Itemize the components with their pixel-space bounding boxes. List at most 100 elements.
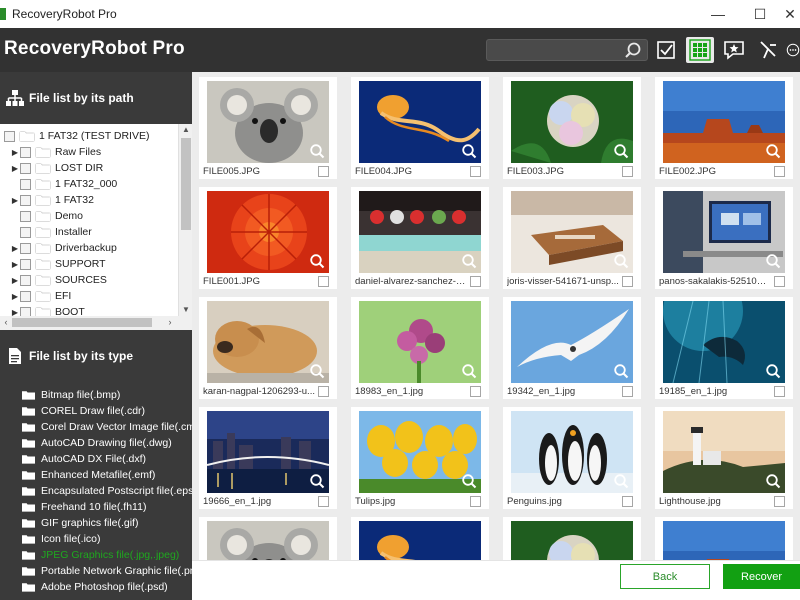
tree-item[interactable]: Installer [10, 224, 92, 240]
thumbnail-image[interactable] [359, 191, 481, 273]
tree-checkbox[interactable] [4, 130, 15, 142]
thumbnail-image[interactable] [511, 411, 633, 493]
zoom-icon[interactable] [461, 143, 477, 159]
thumbnail-card[interactable] [199, 517, 337, 560]
zoom-icon[interactable] [765, 473, 781, 489]
expand-arrow-icon[interactable]: ▶ [10, 164, 20, 173]
zoom-icon[interactable] [613, 143, 629, 159]
zoom-icon[interactable] [765, 363, 781, 379]
file-checkbox[interactable] [774, 496, 785, 507]
scroll-right-arrow[interactable]: › [164, 316, 176, 329]
zoom-icon[interactable] [613, 473, 629, 489]
zoom-icon[interactable] [309, 143, 325, 159]
file-checkbox[interactable] [774, 166, 785, 177]
file-checkbox[interactable] [622, 386, 633, 397]
tree-checkbox[interactable] [20, 226, 31, 238]
thumbnail-card[interactable]: FILE002.JPG [655, 77, 793, 179]
file-checkbox[interactable] [470, 386, 481, 397]
thumbnail-card[interactable]: 19342_en_1.jpg [503, 297, 641, 399]
thumbnail-image[interactable] [663, 411, 785, 493]
file-type-item[interactable]: Freehand 10 file(.fh11) [22, 499, 146, 515]
file-checkbox[interactable] [318, 276, 329, 287]
zoom-icon[interactable] [765, 253, 781, 269]
file-type-item[interactable]: Encapsulated Postscript file(.eps) [22, 483, 192, 499]
thumbnail-card[interactable] [351, 517, 489, 560]
zoom-icon[interactable] [461, 253, 477, 269]
file-type-item[interactable]: Adobe Photoshop file(.psd) [22, 579, 168, 595]
file-checkbox[interactable] [470, 166, 481, 177]
thumbnail-image[interactable] [663, 81, 785, 163]
zoom-icon[interactable] [613, 253, 629, 269]
scroll-down-arrow[interactable]: ▼ [179, 304, 193, 316]
zoom-icon[interactable] [309, 363, 325, 379]
file-type-item[interactable]: AutoCAD Drawing file(.dwg) [22, 435, 172, 451]
thumbnail-card[interactable]: FILE001.JPG [199, 187, 337, 289]
thumbnail-image[interactable] [359, 81, 481, 163]
file-checkbox[interactable] [622, 166, 633, 177]
expand-arrow-icon[interactable]: ▶ [10, 196, 20, 205]
thumbnail-image[interactable] [359, 521, 481, 560]
thumbnail-image[interactable] [663, 521, 785, 560]
file-type-item[interactable]: Enhanced Metafile(.emf) [22, 467, 155, 483]
thumbnail-image[interactable] [207, 191, 329, 273]
file-checkbox[interactable] [774, 276, 785, 287]
file-type-item[interactable]: JPEG Graphics file(.jpg,.jpeg) [22, 547, 179, 563]
thumbnail-image[interactable] [511, 301, 633, 383]
minimize-button[interactable]: — [700, 0, 736, 28]
tree-checkbox[interactable] [20, 290, 31, 302]
more-button[interactable] [786, 37, 800, 63]
grid-view-button[interactable] [686, 37, 714, 63]
file-checkbox[interactable] [622, 276, 633, 287]
thumbnail-card[interactable]: 19666_en_1.jpg [199, 407, 337, 509]
zoom-icon[interactable] [309, 253, 325, 269]
tree-item[interactable]: Demo [10, 208, 83, 224]
file-checkbox[interactable] [318, 386, 329, 397]
file-checkbox[interactable] [774, 386, 785, 397]
scroll-left-arrow[interactable]: ‹ [0, 316, 12, 329]
path-panel-header[interactable]: File list by its path [0, 72, 192, 124]
thumbnail-card[interactable]: 19185_en_1.jpg [655, 297, 793, 399]
maximize-button[interactable]: ☐ [742, 0, 778, 28]
tree-item[interactable]: 1 FAT32 (TEST DRIVE) [4, 128, 149, 144]
thumbnail-image[interactable] [511, 81, 633, 163]
thumbnail-card[interactable]: panos-sakalakis-525108-... [655, 187, 793, 289]
zoom-icon[interactable] [461, 363, 477, 379]
tree-checkbox[interactable] [20, 146, 31, 158]
tree-item[interactable]: 1 FAT32_000 [10, 176, 117, 192]
file-type-item[interactable]: Corel Draw Vector Image file(.cmx) [22, 419, 192, 435]
thumbnail-card[interactable]: 18983_en_1.jpg [351, 297, 489, 399]
file-type-item[interactable]: Portable Network Graphic file(.png) [22, 563, 192, 579]
expand-arrow-icon[interactable]: ▶ [10, 148, 20, 157]
thumbnail-card[interactable]: joris-visser-541671-unsp... [503, 187, 641, 289]
thumbnail-card[interactable]: FILE005.JPG [199, 77, 337, 179]
search-icon[interactable] [624, 41, 642, 59]
thumbnail-image[interactable] [663, 301, 785, 383]
file-type-item[interactable]: GIF graphics file(.gif) [22, 515, 138, 531]
thumbnail-image[interactable] [359, 301, 481, 383]
thumbnail-image[interactable] [207, 81, 329, 163]
tree-vertical-scrollbar[interactable]: ▲ ▼ [178, 124, 192, 316]
thumbnail-card[interactable]: karan-nagpal-1206293-u... [199, 297, 337, 399]
tree-checkbox[interactable] [20, 258, 31, 270]
close-button[interactable]: ✕ [780, 0, 800, 28]
thumbnail-image[interactable] [207, 411, 329, 493]
thumbnail-image[interactable] [511, 191, 633, 273]
thumbnail-image[interactable] [359, 411, 481, 493]
tree-checkbox[interactable] [20, 242, 31, 254]
expand-arrow-icon[interactable]: ▶ [10, 260, 20, 269]
file-checkbox[interactable] [622, 496, 633, 507]
tree-checkbox[interactable] [20, 178, 31, 190]
recover-button[interactable]: Recover [723, 564, 800, 589]
tree-item[interactable]: ▶ EFI [10, 288, 71, 304]
select-all-button[interactable] [652, 37, 680, 63]
file-checkbox[interactable] [318, 496, 329, 507]
tree-item[interactable]: ▶ 1 FAT32 [10, 192, 94, 208]
tree-item[interactable]: ▶ SOURCES [10, 272, 107, 288]
thumbnail-card[interactable] [655, 517, 793, 560]
thumbnail-card[interactable]: FILE003.JPG [503, 77, 641, 179]
scroll-up-arrow[interactable]: ▲ [179, 124, 193, 136]
thumbnail-image[interactable] [207, 301, 329, 383]
tree-item[interactable]: ▶ LOST DIR [10, 160, 103, 176]
file-type-item[interactable]: AutoCAD DX File(.dxf) [22, 451, 146, 467]
file-checkbox[interactable] [470, 496, 481, 507]
